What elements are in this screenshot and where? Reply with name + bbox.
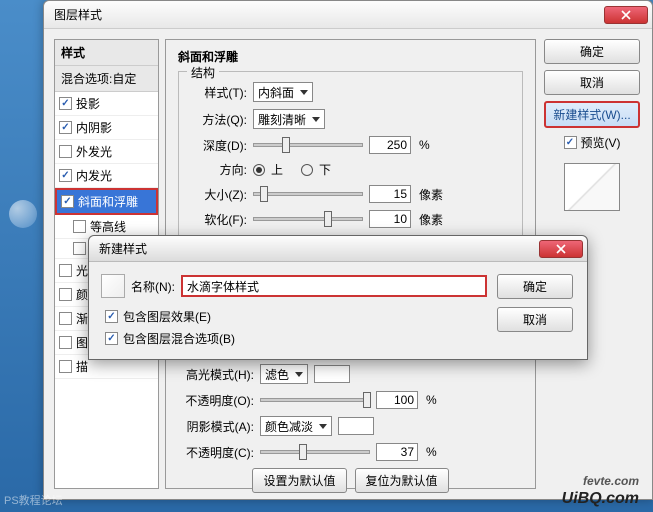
direction-up-radio[interactable] [253,164,265,176]
style-select[interactable]: 内斜面 [253,82,313,102]
checkbox[interactable] [73,220,86,233]
preview-label: 预览(V) [581,134,621,151]
background-bubble [9,200,37,228]
new-style-dialog: 新建样式 名称(N): 包含图层效果(E) 包含图层混合选项(B) 确定 取消 [88,235,588,360]
chevron-down-icon [300,90,308,95]
style-item-outer-glow[interactable]: 外发光 [55,140,158,164]
inner-ok-button[interactable]: 确定 [497,274,573,299]
style-label: 样式(T): [191,84,247,101]
depth-slider[interactable] [253,143,363,147]
watermark: fevte.com UiBQ.com [562,474,639,508]
depth-label: 深度(D): [191,137,247,154]
soften-label: 软化(F): [191,211,247,228]
checkbox[interactable] [59,312,72,325]
size-label: 大小(Z): [191,186,247,203]
style-item-drop-shadow[interactable]: 投影 [55,92,158,116]
size-input[interactable] [369,185,411,203]
ps-watermark: PS教程论坛 [4,492,63,508]
size-slider[interactable] [253,192,363,196]
opacity2-input[interactable] [376,443,418,461]
titlebar[interactable]: 图层样式 [44,1,652,29]
soften-input[interactable] [369,210,411,228]
style-preview-icon [101,274,125,298]
close-button[interactable] [604,6,648,24]
close-icon [556,244,566,254]
chevron-down-icon [312,117,320,122]
inner-body: 名称(N): 包含图层效果(E) 包含图层混合选项(B) 确定 取消 [89,262,587,359]
inner-dialog-title: 新建样式 [99,240,147,257]
checkbox[interactable] [59,169,72,182]
checkbox[interactable] [59,288,72,301]
highlight-mode-label: 高光模式(H): [178,366,254,383]
checkbox[interactable] [59,145,72,158]
style-item-inner-shadow[interactable]: 内阴影 [55,116,158,140]
structure-legend: 结构 [187,64,219,81]
styles-header: 样式 [55,40,158,66]
checkbox[interactable] [61,195,74,208]
method-label: 方法(Q): [191,111,247,128]
shadow-mode-select[interactable]: 颜色减淡 [260,416,332,436]
dialog-title: 图层样式 [54,6,102,23]
direction-down-radio[interactable] [301,164,313,176]
section-title: 斜面和浮雕 [178,48,523,65]
name-label: 名称(N): [131,278,175,295]
opacity2-label: 不透明度(C): [178,444,254,461]
opacity1-label: 不透明度(O): [178,392,254,409]
blend-options[interactable]: 混合选项:自定 [55,66,158,92]
structure-fieldset: 结构 样式(T): 内斜面 方法(Q): 雕刻清晰 深度(D): % 方向: 上… [178,71,523,246]
preview-checkbox-row[interactable]: 预览(V) [564,134,621,151]
preview-checkbox[interactable] [564,136,577,149]
highlight-mode-select[interactable]: 滤色 [260,364,308,384]
depth-input[interactable] [369,136,411,154]
opacity1-slider[interactable] [260,398,370,402]
include-blend-row[interactable]: 包含图层混合选项(B) [105,330,487,347]
cancel-button[interactable]: 取消 [544,70,640,95]
inner-cancel-button[interactable]: 取消 [497,307,573,332]
new-style-button[interactable]: 新建样式(W)... [544,101,640,128]
checkbox[interactable] [59,97,72,110]
soften-slider[interactable] [253,217,363,221]
set-default-button[interactable]: 设置为默认值 [252,468,346,493]
opacity2-slider[interactable] [260,450,370,454]
checkbox[interactable] [73,242,86,255]
highlight-color-swatch[interactable] [314,365,350,383]
include-effects-row[interactable]: 包含图层效果(E) [105,308,487,325]
inner-close-button[interactable] [539,240,583,258]
checkbox[interactable] [59,121,72,134]
style-item-inner-glow[interactable]: 内发光 [55,164,158,188]
close-icon [621,10,631,20]
inner-titlebar[interactable]: 新建样式 [89,236,587,262]
style-name-input[interactable] [181,275,487,297]
direction-label: 方向: [191,161,247,178]
style-item-bevel-emboss[interactable]: 斜面和浮雕 [55,188,158,215]
reset-default-button[interactable]: 复位为默认值 [355,468,449,493]
method-select[interactable]: 雕刻清晰 [253,109,325,129]
include-effects-checkbox[interactable] [105,310,118,323]
checkbox[interactable] [59,264,72,277]
preview-swatch [564,163,620,211]
opacity1-input[interactable] [376,391,418,409]
ok-button[interactable]: 确定 [544,39,640,64]
chevron-down-icon [295,372,303,377]
chevron-down-icon [319,424,327,429]
checkbox[interactable] [59,360,72,373]
shadow-color-swatch[interactable] [338,417,374,435]
checkbox[interactable] [59,336,72,349]
shadow-mode-label: 阴影模式(A): [178,418,254,435]
include-blend-checkbox[interactable] [105,332,118,345]
